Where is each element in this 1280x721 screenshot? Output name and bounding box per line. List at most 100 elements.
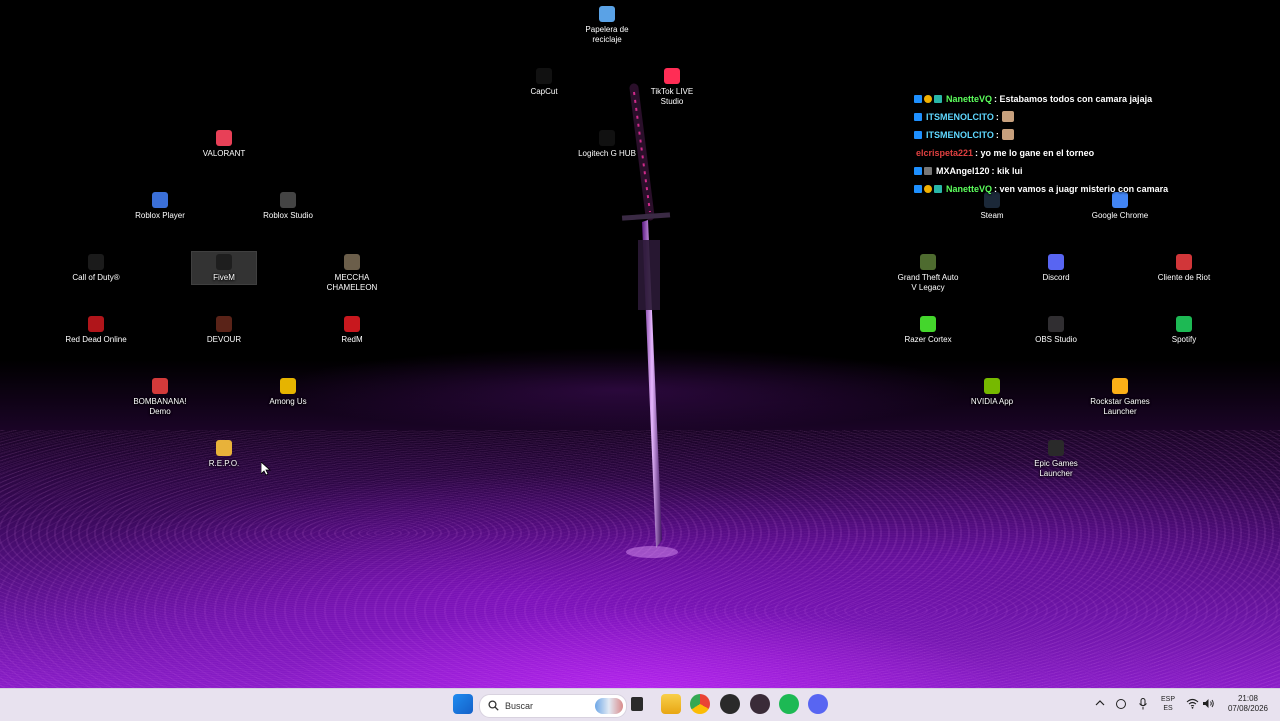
show-hidden-icons-chevron-icon[interactable] bbox=[1095, 699, 1105, 707]
chat-username: MXAngel120 bbox=[936, 166, 990, 176]
language-indicator[interactable]: ESP ES bbox=[1157, 695, 1179, 713]
taskbar-spotify-icon[interactable] bbox=[779, 694, 799, 714]
desktop-icon-label: Roblox Studio bbox=[263, 211, 313, 220]
microphone-icon[interactable] bbox=[1138, 698, 1148, 710]
taskbar-obs-icon[interactable] bbox=[720, 694, 740, 714]
valorant-icon bbox=[216, 130, 232, 146]
desktop-icon-label: Spotify bbox=[1171, 335, 1197, 344]
chat-badge-icon bbox=[914, 113, 922, 121]
desktop-icon-bombanana-demo[interactable]: BOMBANANA! Demo bbox=[128, 376, 192, 417]
chat-badge-icon bbox=[924, 185, 932, 193]
bombanana-icon bbox=[152, 378, 168, 394]
desktop-icon-epic-games-launcher[interactable]: Epic Games Launcher bbox=[1024, 438, 1088, 479]
roblox-studio-icon bbox=[280, 192, 296, 208]
taskbar-file-explorer-icon[interactable] bbox=[661, 694, 681, 714]
chat-text: : Estabamos todos con camara jajaja bbox=[994, 94, 1153, 104]
wifi-icon[interactable] bbox=[1186, 698, 1199, 709]
epic-games-icon bbox=[1048, 440, 1064, 456]
redm-icon bbox=[344, 316, 360, 332]
chat-badge-icon bbox=[914, 131, 922, 139]
chat-message: ITSMENOLCITO: bbox=[914, 128, 1234, 146]
desktop-icon-label: Papelera de reciclaje bbox=[585, 25, 629, 44]
desktop-icon-roblox-player[interactable]: Roblox Player bbox=[128, 190, 192, 221]
capcut-icon bbox=[536, 68, 552, 84]
chat-message: NanetteVQ: ven vamos a juagr misterio co… bbox=[914, 182, 1234, 200]
taskbar-search-box[interactable]: Buscar bbox=[479, 694, 627, 718]
desktop-icon-fivem[interactable]: FiveM bbox=[191, 251, 257, 285]
clock-time: 21:08 bbox=[1237, 694, 1259, 703]
desktop-icon-label: DEVOUR bbox=[206, 335, 242, 344]
chat-text: : bbox=[995, 130, 999, 140]
chat-text: : ven vamos a juagr misterio con camara bbox=[994, 184, 1169, 194]
language-top: ESP bbox=[1160, 696, 1175, 703]
chat-username: ITSMENOLCITO bbox=[926, 130, 994, 140]
chat-badge-icon bbox=[934, 95, 942, 103]
desktop-icon-gta-v-legacy[interactable]: Grand Theft Auto V Legacy bbox=[896, 252, 960, 293]
clock-date: 07/08/2026 bbox=[1227, 704, 1269, 713]
desktop-icon-obs-studio[interactable]: OBS Studio bbox=[1024, 314, 1088, 345]
desktop-icon-papelera-de-reciclaje[interactable]: Papelera de reciclaje bbox=[575, 4, 639, 45]
chat-text: : kik lui bbox=[991, 166, 1023, 176]
cloud-sync-icon[interactable] bbox=[1115, 698, 1127, 710]
desktop-icon-meccha-chameleon[interactable]: MECCHA CHAMELEON bbox=[320, 252, 384, 293]
chat-username: elcrispeta221 bbox=[916, 148, 974, 158]
taskbar-discord-icon[interactable] bbox=[808, 694, 828, 714]
repo-icon bbox=[216, 440, 232, 456]
chat-message: NanetteVQ: Estabamos todos con camara ja… bbox=[914, 92, 1234, 110]
desktop-icon-logitech-g-hub[interactable]: Logitech G HUB bbox=[575, 128, 639, 159]
volume-icon[interactable] bbox=[1202, 698, 1215, 709]
riot-icon bbox=[1176, 254, 1192, 270]
desktop-icon-label: Red Dead Online bbox=[65, 335, 127, 344]
taskbar-chrome-icon[interactable] bbox=[690, 694, 710, 714]
chat-text: : yo me lo gane en el torneo bbox=[975, 148, 1095, 158]
desktop-icon-label: BOMBANANA! Demo bbox=[133, 397, 187, 416]
desktop-icon-razer-cortex[interactable]: Razer Cortex bbox=[896, 314, 960, 345]
desktop-icon-label: VALORANT bbox=[202, 149, 246, 158]
desktop-icon-rockstar-games-launcher[interactable]: Rockstar Games Launcher bbox=[1088, 376, 1152, 417]
desktop-icon-devour[interactable]: DEVOUR bbox=[192, 314, 256, 345]
search-highlight-image bbox=[595, 698, 623, 714]
recycle-bin-icon bbox=[599, 6, 615, 22]
desktop-icon-label: R.E.P.O. bbox=[208, 459, 240, 468]
taskbar-start-icon[interactable] bbox=[453, 694, 473, 714]
desktop-icon-red-dead-online[interactable]: Red Dead Online bbox=[64, 314, 128, 345]
call-of-duty-icon bbox=[88, 254, 104, 270]
search-icon bbox=[488, 700, 499, 711]
desktop-icon-label: FiveM bbox=[213, 273, 235, 282]
desktop-icon-valorant[interactable]: VALORANT bbox=[192, 128, 256, 159]
chat-badge-icon bbox=[914, 167, 922, 175]
chat-message: elcrispeta221: yo me lo gane en el torne… bbox=[914, 146, 1234, 164]
search-placeholder: Buscar bbox=[505, 701, 534, 711]
desktop-icon-label: TikTok LIVE Studio bbox=[650, 87, 694, 106]
roblox-icon bbox=[152, 192, 168, 208]
desktop-icon-label: Rockstar Games Launcher bbox=[1090, 397, 1150, 416]
desktop-icon-roblox-studio[interactable]: Roblox Studio bbox=[256, 190, 320, 221]
desktop-icon-label: RedM bbox=[341, 335, 363, 344]
taskbar-task-view-icon[interactable] bbox=[631, 697, 643, 711]
desktop-icon-discord[interactable]: Discord bbox=[1024, 252, 1088, 283]
taskbar-game-icon[interactable] bbox=[750, 694, 770, 714]
tiktok-icon bbox=[664, 68, 680, 84]
rockstar-icon bbox=[1112, 378, 1128, 394]
chat-badge-icon bbox=[934, 185, 942, 193]
desktop-icon-label: Google Chrome bbox=[1091, 211, 1149, 220]
chat-badge-icon bbox=[924, 95, 932, 103]
desktop-icon-label: Grand Theft Auto V Legacy bbox=[897, 273, 959, 292]
desktop-icon-label: Call of Duty® bbox=[72, 273, 120, 282]
desktop-icon-repo[interactable]: R.E.P.O. bbox=[192, 438, 256, 469]
desktop-icon-cliente-de-riot[interactable]: Cliente de Riot bbox=[1152, 252, 1216, 283]
desktop-icon-redm[interactable]: RedM bbox=[320, 314, 384, 345]
desktop-icon-capcut[interactable]: CapCut bbox=[512, 66, 576, 97]
desktop-icon-nvidia-app[interactable]: NVIDIA App bbox=[960, 376, 1024, 407]
desktop-icon-among-us[interactable]: Among Us bbox=[256, 376, 320, 407]
clock[interactable]: 21:08 07/08/2026 bbox=[1222, 694, 1274, 714]
chat-badge-icon bbox=[914, 95, 922, 103]
desktop-icon-tiktok-live-studio[interactable]: TikTok LIVE Studio bbox=[640, 66, 704, 107]
fivem-icon bbox=[216, 254, 232, 270]
among-us-icon bbox=[280, 378, 296, 394]
desktop-icon-call-of-duty[interactable]: Call of Duty® bbox=[64, 252, 128, 283]
desktop-icon-spotify[interactable]: Spotify bbox=[1152, 314, 1216, 345]
stream-chat-overlay: NanetteVQ: Estabamos todos con camara ja… bbox=[914, 92, 1234, 200]
logitech-icon bbox=[599, 130, 615, 146]
nvidia-icon bbox=[984, 378, 1000, 394]
